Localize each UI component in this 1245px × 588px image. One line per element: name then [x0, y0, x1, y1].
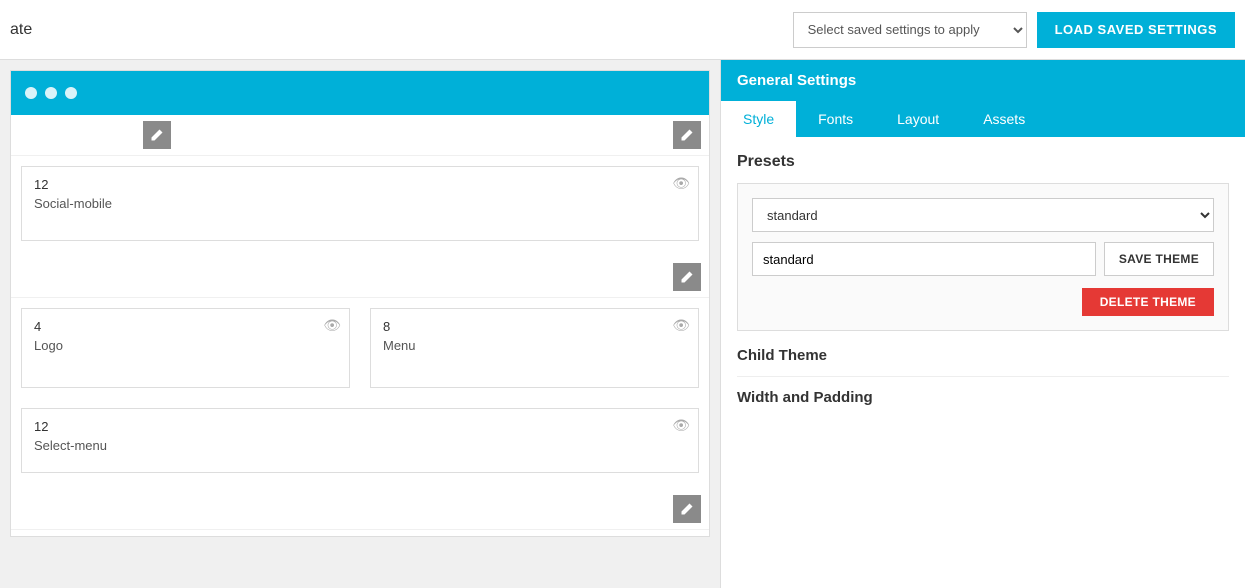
preset-name-row: SAVE THEME	[752, 242, 1214, 276]
widget-card-social: 👁 12 Social-mobile	[21, 166, 699, 241]
widget-card-logo: 👁 4 Logo	[21, 308, 350, 388]
browser-dot-3	[65, 87, 77, 99]
eye-icon-select-menu[interactable]: 👁	[672, 417, 690, 434]
preset-dropdown[interactable]: standard	[752, 198, 1214, 232]
widget-section-3	[11, 489, 709, 530]
tab-layout[interactable]: Layout	[875, 101, 961, 137]
widget-row-1: 👁 12 Social-mobile	[11, 156, 709, 251]
widget-card-select-menu: 👁 12 Select-menu	[21, 408, 699, 473]
settings-select[interactable]: Select saved settings to apply	[793, 12, 1027, 48]
preset-name-input[interactable]	[752, 242, 1096, 276]
panel-header: General Settings	[721, 60, 1245, 101]
widget-card-menu: 👁 8 Menu	[370, 308, 699, 388]
widget-number-logo: 4	[34, 319, 337, 334]
presets-title: Presets	[737, 153, 1229, 171]
eye-icon-logo[interactable]: 👁	[323, 317, 341, 334]
widget-label-select-menu: Select-menu	[34, 438, 686, 453]
widget-label-social: Social-mobile	[34, 196, 686, 211]
widget-number-social: 12	[34, 177, 686, 192]
edit-icon-btn-left[interactable]	[143, 121, 171, 149]
child-theme-title: Child Theme	[737, 347, 1229, 364]
left-panel: 👁 12 Social-mobile 👁 4	[0, 60, 720, 588]
right-panel: General Settings Style Fonts Layout Asse…	[720, 60, 1245, 588]
browser-dot-2	[45, 87, 57, 99]
browser-dot-1	[25, 87, 37, 99]
tab-style[interactable]: Style	[721, 101, 796, 137]
widget-label-logo: Logo	[34, 338, 337, 353]
main-content: 👁 12 Social-mobile 👁 4	[0, 60, 1245, 588]
divider-1	[737, 376, 1229, 377]
browser-mockup: 👁 12 Social-mobile 👁 4	[10, 70, 710, 537]
section-edit-row-3	[11, 489, 709, 530]
edit-icon-btn-right-2[interactable]	[673, 263, 701, 291]
eye-icon-social[interactable]: 👁	[672, 175, 690, 192]
widget-section-2: 👁 4 Logo 👁 8 Menu 👁 12 Select-menu	[11, 257, 709, 483]
tab-fonts[interactable]: Fonts	[796, 101, 875, 137]
delete-theme-area: DELETE THEME	[752, 288, 1214, 316]
tabs-bar: Style Fonts Layout Assets	[721, 101, 1245, 137]
widget-number-select-menu: 12	[34, 419, 686, 434]
section-edit-row-2	[11, 257, 709, 298]
page-title: ate	[0, 21, 32, 39]
widget-label-menu: Menu	[383, 338, 686, 353]
tab-assets[interactable]: Assets	[961, 101, 1047, 137]
widget-number-menu: 8	[383, 319, 686, 334]
width-padding-title: Width and Padding	[737, 389, 1229, 406]
widget-row-2: 👁 4 Logo 👁 8 Menu	[11, 298, 709, 398]
eye-icon-menu[interactable]: 👁	[672, 317, 690, 334]
top-bar: ate Select saved settings to apply LOAD …	[0, 0, 1245, 60]
browser-toolbar	[11, 71, 709, 115]
edit-icon-btn-right-3[interactable]	[673, 495, 701, 523]
load-settings-button[interactable]: LOAD SAVED SETTINGS	[1037, 12, 1235, 48]
delete-theme-button[interactable]: DELETE THEME	[1082, 288, 1214, 316]
section-edit-row-1	[11, 115, 709, 156]
save-theme-button[interactable]: SAVE THEME	[1104, 242, 1214, 276]
edit-icon-btn-right-1[interactable]	[673, 121, 701, 149]
widget-section-1: 👁 12 Social-mobile	[11, 115, 709, 251]
presets-box: standard SAVE THEME DELETE THEME	[737, 183, 1229, 331]
widget-row-3: 👁 12 Select-menu	[11, 398, 709, 483]
panel-body: Presets standard SAVE THEME DELETE THEME…	[721, 137, 1245, 422]
